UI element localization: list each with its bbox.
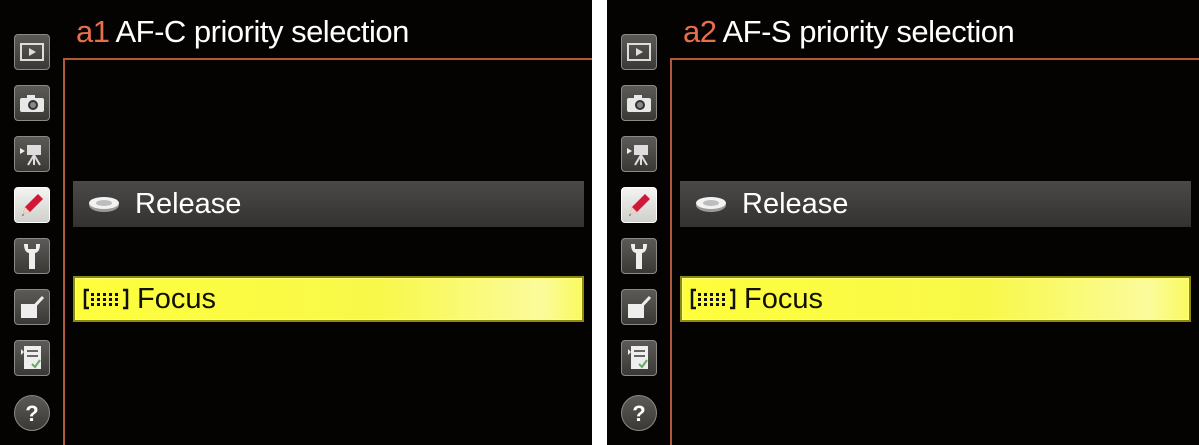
pencil-icon [22,194,43,216]
option-label: Focus [137,283,216,315]
menu-title-text: AF-C priority selection [115,14,410,49]
menu-title-text: AF-S priority selection [722,14,1015,49]
svg-text:?: ? [632,401,645,426]
tab-playback[interactable] [14,34,50,70]
frame-top-border [670,58,1199,60]
option-release[interactable]: Release [73,181,584,227]
retouch-icon [628,295,652,318]
my-menu-icon [21,346,41,369]
focus-area-icon [690,288,736,310]
movie-icon [20,145,41,166]
tab-custom-settings[interactable] [14,187,50,223]
movie-icon [627,145,648,166]
pencil-icon [629,194,650,216]
page-title: a2 AF-S priority selection [683,10,1015,54]
tab-help[interactable]: ? [14,395,50,431]
tab-my-menu[interactable] [621,340,657,376]
playback-icon [627,43,651,61]
tab-retouch[interactable] [14,289,50,325]
retouch-icon [21,295,45,318]
page-title: a1 AF-C priority selection [76,10,409,54]
help-icon: ? [25,401,38,426]
option-release[interactable]: Release [680,181,1191,227]
tab-setup[interactable] [14,238,50,274]
tab-shooting[interactable] [621,85,657,121]
tab-retouch[interactable] [621,289,657,325]
option-focus[interactable]: Focus [73,276,584,322]
option-label: Focus [744,283,823,315]
shutter-release-icon [696,197,726,212]
option-focus[interactable]: Focus [680,276,1191,322]
tab-setup[interactable] [621,238,657,274]
playback-icon [20,43,44,61]
tab-movie[interactable] [621,136,657,172]
focus-area-icon [83,288,129,310]
frame-left-border [670,58,672,445]
frame-left-border [63,58,65,445]
camera-icon [20,95,44,112]
menu-panel-a2: ? a2 AF-S priority selection Release Focu… [607,0,1199,445]
tab-shooting[interactable] [14,85,50,121]
wrench-icon [631,244,647,269]
help-icon: ? [632,401,645,426]
svg-text:?: ? [25,401,38,426]
menu-code: a2 [683,14,717,49]
tab-custom-settings[interactable] [621,187,657,223]
menu-code: a1 [76,14,110,49]
tab-help[interactable]: ? [621,395,657,431]
menu-tab-strip: ? [8,34,58,442]
menu-tab-strip: ? [615,34,665,442]
frame-top-border [63,58,592,60]
tab-my-menu[interactable] [14,340,50,376]
wrench-icon [24,244,40,269]
camera-icon [627,95,651,112]
tab-playback[interactable] [621,34,657,70]
menu-panel-a1: ? a1 AF-C priority selection Release Focu… [0,0,592,445]
option-label: Release [742,188,849,220]
option-label: Release [135,188,242,220]
tab-movie[interactable] [14,136,50,172]
shutter-release-icon [89,197,119,212]
my-menu-icon [628,346,648,369]
